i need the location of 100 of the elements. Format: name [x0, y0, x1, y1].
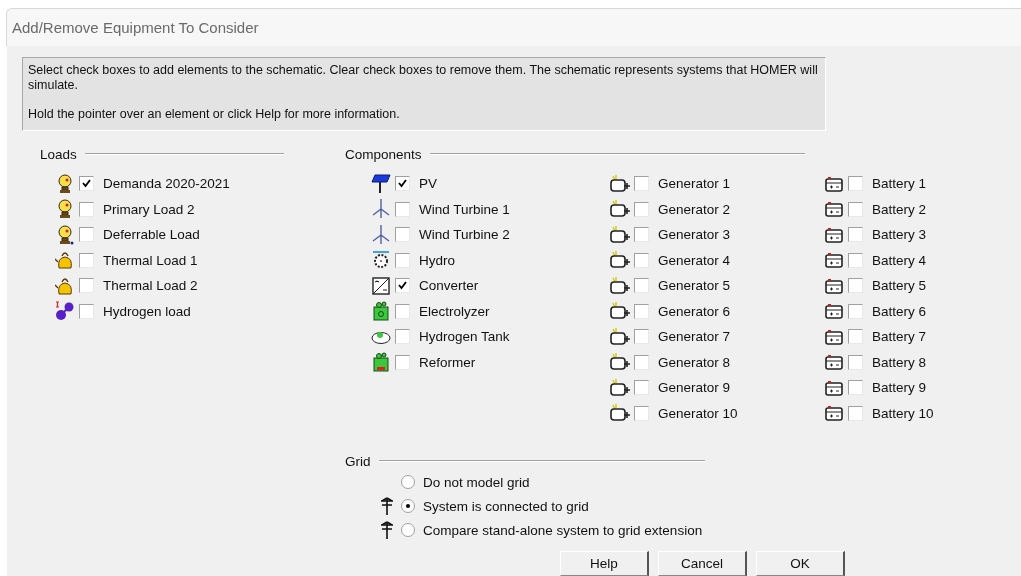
generator-icon	[609, 378, 631, 397]
dialog-button[interactable]: Help	[560, 551, 649, 576]
checkbox[interactable]	[634, 227, 649, 243]
checkbox-label[interactable]: Generator 2	[658, 201, 731, 217]
window-title: Add/Remove Equipment To Consider	[12, 19, 259, 36]
radio-label[interactable]: Do not model grid	[423, 474, 530, 490]
checkbox-label[interactable]: Generator 9	[658, 380, 731, 396]
checkbox[interactable]	[79, 252, 94, 268]
checkbox[interactable]	[848, 405, 863, 421]
section-heading: Grid	[345, 453, 371, 469]
radio-label[interactable]: Compare stand-alone system to grid extension	[423, 522, 703, 538]
checkbox[interactable]	[395, 176, 410, 192]
checkbox[interactable]	[79, 227, 94, 243]
checkbox[interactable]	[634, 354, 649, 370]
checkbox-label[interactable]: Generator 10	[658, 405, 738, 421]
checkbox-label[interactable]: Electrolyzer	[419, 303, 490, 319]
generator-icon	[609, 404, 631, 423]
reformer-icon	[372, 352, 390, 373]
info-text: Hold the pointer over an element or click Help for more information.	[28, 107, 401, 122]
checkbox-label[interactable]: Wind Turbine 1	[419, 201, 510, 217]
power-pylon-icon	[379, 521, 395, 539]
checkbox-label[interactable]: Hydrogen Tank	[419, 329, 510, 345]
checkbox-label[interactable]: Generator 3	[658, 227, 731, 243]
radio-button[interactable]	[401, 475, 415, 489]
checkbox-label[interactable]: Reformer	[419, 354, 476, 370]
checkbox-label[interactable]: Thermal Load 2	[103, 278, 198, 294]
checkbox[interactable]	[634, 252, 649, 268]
checkbox-label[interactable]: Battery 10	[872, 405, 934, 421]
checkbox-label[interactable]: Battery 7	[872, 329, 927, 345]
section-heading: Components	[345, 146, 422, 162]
checkbox[interactable]	[79, 278, 94, 294]
battery-icon	[825, 303, 843, 320]
checkbox[interactable]	[634, 278, 649, 294]
checkbox[interactable]	[79, 201, 94, 217]
checkbox-label[interactable]: Hydrogen load	[103, 303, 191, 319]
generator-icon	[609, 225, 631, 244]
checkbox[interactable]	[848, 201, 863, 217]
checkbox-label[interactable]: Demanda 2020-2021	[103, 176, 230, 192]
checkbox-label[interactable]: Hydro	[419, 252, 455, 268]
radio-label[interactable]: System is connected to grid	[423, 498, 589, 514]
checkbox-label[interactable]: Primary Load 2	[103, 201, 195, 217]
wind-turbine-icon	[371, 224, 391, 245]
checkbox-label[interactable]: Battery 8	[872, 354, 927, 370]
checkbox[interactable]	[634, 303, 649, 319]
checkbox-label[interactable]: Generator 1	[658, 176, 731, 192]
checkbox[interactable]	[848, 380, 863, 396]
radio-button[interactable]	[401, 523, 415, 537]
checkbox-label[interactable]: Generator 5	[658, 278, 731, 294]
checkbox[interactable]	[848, 354, 863, 370]
checkbox[interactable]	[634, 176, 649, 192]
light-bulb-icon	[56, 199, 74, 220]
checkbox[interactable]	[848, 329, 863, 345]
radio-button[interactable]	[401, 499, 415, 513]
checkbox-label[interactable]: Battery 3	[872, 227, 927, 243]
checkbox-label[interactable]: Battery 6	[872, 303, 927, 319]
battery-icon	[825, 277, 843, 294]
checkbox[interactable]	[79, 176, 94, 192]
checkbox[interactable]	[634, 329, 649, 345]
molecule-icon	[55, 301, 75, 322]
battery-icon	[825, 379, 843, 396]
checkbox[interactable]	[395, 278, 410, 294]
checkbox-label[interactable]: Generator 4	[658, 252, 731, 268]
dialog-button[interactable]: OK	[756, 551, 845, 576]
checkbox[interactable]	[848, 176, 863, 192]
checkbox[interactable]	[395, 252, 410, 268]
checkbox-label[interactable]: Wind Turbine 2	[419, 227, 510, 243]
solar-panel-icon	[371, 173, 391, 194]
checkbox-label[interactable]: Generator 8	[658, 354, 731, 370]
checkbox-label[interactable]: Battery 4	[872, 252, 927, 268]
checkbox[interactable]	[395, 201, 410, 217]
checkbox-label[interactable]: Generator 6	[658, 303, 731, 319]
checkbox[interactable]	[848, 303, 863, 319]
checkbox[interactable]	[634, 405, 649, 421]
checkbox[interactable]	[848, 227, 863, 243]
checkbox-label[interactable]: PV	[419, 176, 437, 192]
checkbox[interactable]	[395, 303, 410, 319]
checkbox[interactable]	[848, 278, 863, 294]
checkbox[interactable]	[395, 354, 410, 370]
generator-icon	[609, 200, 631, 219]
info-text: Select check boxes to add elements to the schematic. Clear check boxes to remove them. The schematic represents systems that HOMER will simulate.	[28, 63, 819, 93]
checkbox-label[interactable]: Battery 2	[872, 201, 927, 217]
checkbox[interactable]	[848, 252, 863, 268]
checkbox-label[interactable]: Battery 9	[872, 380, 927, 396]
checkbox-label[interactable]: Battery 5	[872, 278, 927, 294]
battery-icon	[825, 226, 843, 243]
battery-icon	[825, 354, 843, 371]
battery-icon	[825, 328, 843, 345]
generator-icon	[609, 302, 631, 321]
checkbox[interactable]	[79, 303, 94, 319]
checkbox[interactable]	[634, 201, 649, 217]
dialog-button[interactable]: Cancel	[658, 551, 747, 576]
checkbox[interactable]	[395, 227, 410, 243]
kettle-icon	[55, 250, 75, 271]
checkbox[interactable]	[395, 329, 410, 345]
checkbox-label[interactable]: Generator 7	[658, 329, 731, 345]
checkbox-label[interactable]: Converter	[419, 278, 479, 294]
checkbox-label[interactable]: Thermal Load 1	[103, 252, 198, 268]
checkbox-label[interactable]: Deferrable Load	[103, 227, 200, 243]
checkbox-label[interactable]: Battery 1	[872, 176, 927, 192]
checkbox[interactable]	[634, 380, 649, 396]
